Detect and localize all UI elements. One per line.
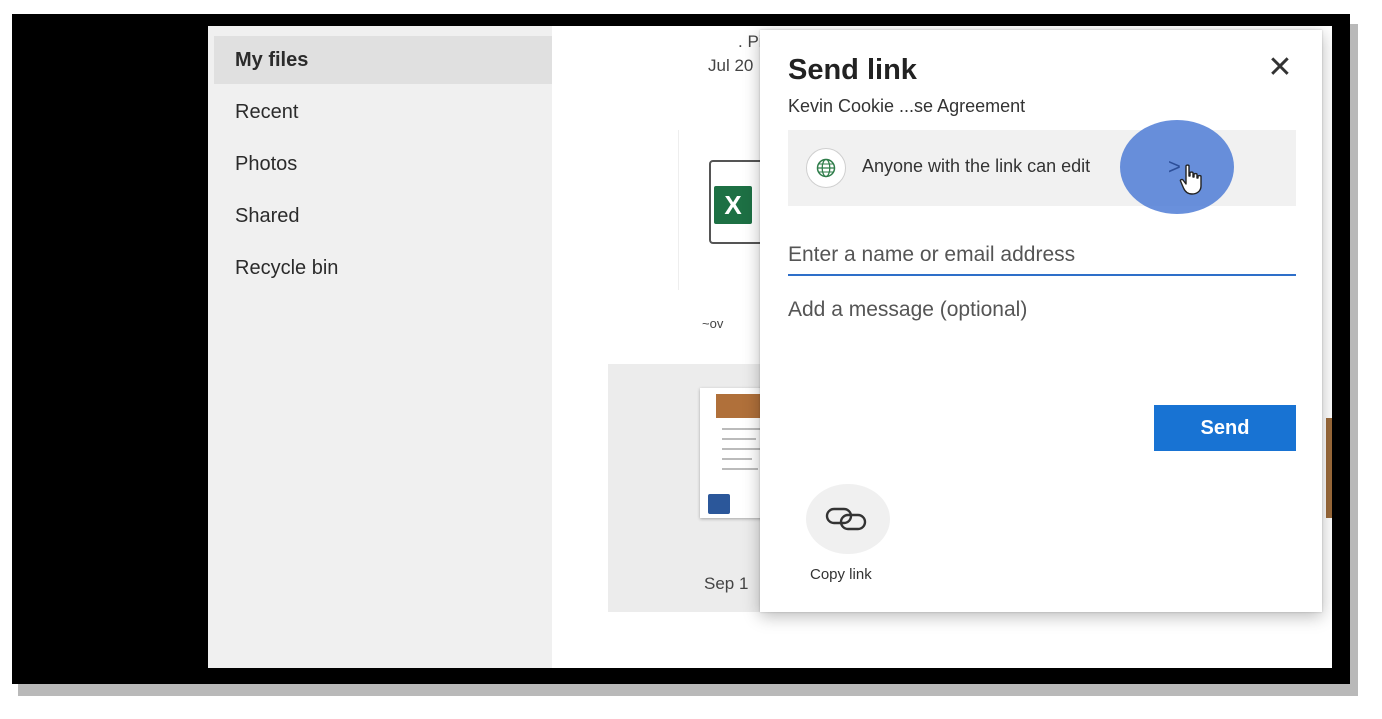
file-side-fragment: ~ov — [702, 316, 724, 331]
document-thumbnail — [700, 388, 768, 518]
copy-link-button[interactable] — [806, 484, 890, 554]
sidebar-item-label: My files — [235, 49, 309, 71]
globe-icon — [806, 148, 846, 188]
document-image — [716, 394, 764, 418]
send-button[interactable]: Send — [1154, 405, 1296, 451]
file-date-fragment: Sep 1 — [704, 574, 749, 593]
document-line — [722, 428, 760, 430]
copy-link-label: Copy link — [810, 566, 872, 583]
sidebar-item-label: Shared — [235, 205, 300, 227]
sidebar-item-label: Photos — [235, 153, 298, 175]
file-name: Kevin Cookie ...se Agreement — [788, 96, 1026, 116]
excel-icon: X — [714, 186, 752, 224]
word-icon — [708, 494, 730, 514]
onedrive-screen: My files Recent Photos Shared Recycle bi… — [208, 26, 1332, 668]
recipient-input[interactable] — [788, 236, 1296, 276]
hand-cursor-icon — [1179, 164, 1202, 195]
sidebar-item-recent[interactable]: Recent — [214, 88, 552, 136]
sidebar-item-recycle-bin[interactable]: Recycle bin — [214, 244, 552, 292]
dialog-title: Send link — [788, 54, 917, 86]
sidebar: My files Recent Photos Shared Recycle bi… — [208, 26, 552, 668]
close-icon[interactable]: ✕ — [1264, 52, 1296, 84]
sidebar-item-label: Recycle bin — [235, 257, 339, 279]
document-line — [722, 448, 760, 450]
file-thumbnail-edge — [1326, 418, 1332, 518]
link-icon — [825, 507, 867, 531]
sidebar-item-label: Recent — [235, 101, 299, 123]
file-name-fragment: . Pi — [738, 32, 763, 51]
sidebar-item-shared[interactable]: Shared — [214, 192, 552, 240]
document-line — [722, 468, 758, 470]
permission-text: Anyone with the link can edit — [862, 156, 1091, 176]
sidebar-item-my-files[interactable]: My files — [214, 36, 552, 84]
send-link-dialog: Send link Kevin Cookie ...se Agreement ✕… — [760, 30, 1322, 612]
link-settings-button[interactable]: Anyone with the link can edit > — [788, 120, 1296, 214]
message-input[interactable] — [788, 298, 1296, 398]
document-line — [722, 458, 752, 460]
file-date-fragment: Jul 20 — [708, 56, 754, 75]
sidebar-item-photos[interactable]: Photos — [214, 140, 552, 188]
document-line — [722, 438, 756, 440]
